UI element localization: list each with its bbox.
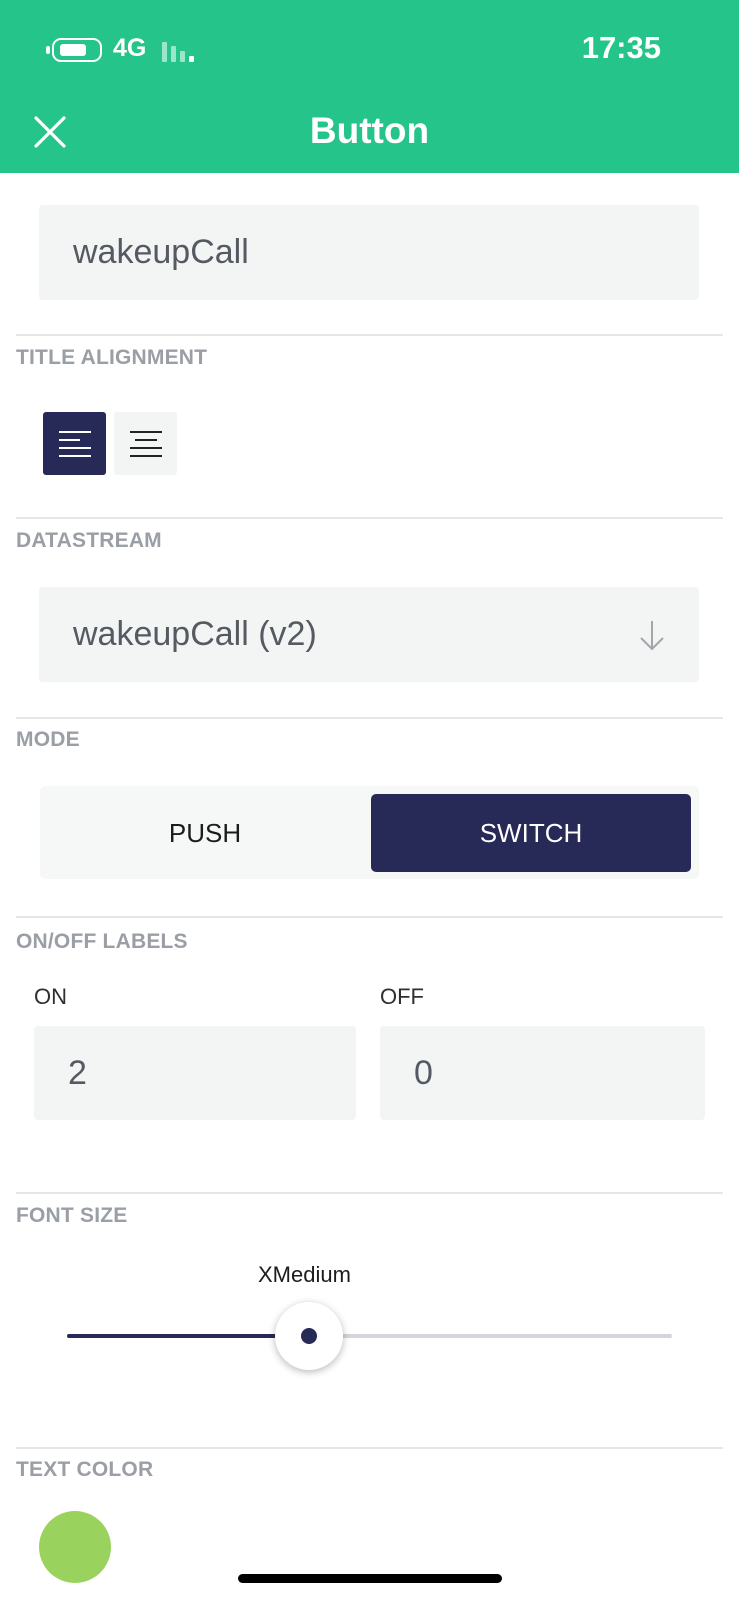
align-left-icon (58, 430, 91, 457)
on-value-input[interactable]: 2 (34, 1026, 356, 1120)
battery-icon (46, 38, 102, 62)
off-label: OFF (380, 984, 424, 1009)
divider (16, 1447, 723, 1449)
datastream-select[interactable]: wakeupCall (v2) (39, 587, 699, 682)
page-title: Button (309, 110, 430, 151)
mode-push-option[interactable]: PUSH (40, 794, 370, 872)
home-indicator (238, 1574, 502, 1583)
text-color-swatch[interactable] (39, 1511, 111, 1583)
divider (16, 717, 723, 719)
on-label: ON (34, 984, 67, 1009)
on-value: 2 (68, 1053, 87, 1092)
align-center-button[interactable] (114, 412, 177, 475)
divider (16, 1192, 723, 1194)
arrow-down-icon (640, 621, 664, 651)
mode-label: MODE (16, 728, 80, 751)
off-value: 0 (414, 1053, 433, 1092)
status-bar: 4G 17:35 (0, 0, 739, 100)
divider (16, 334, 723, 336)
font-size-slider-track[interactable] (67, 1334, 672, 1338)
align-left-button[interactable] (43, 412, 106, 475)
datastream-label: DATASTREAM (16, 529, 162, 552)
network-type: 4G (113, 34, 147, 62)
app-header: 4G 17:35 Button (0, 0, 739, 173)
datastream-value: wakeupCall (v2) (73, 615, 317, 653)
divider (16, 916, 723, 918)
signal-icon (162, 40, 202, 62)
font-size-slider-thumb[interactable] (275, 1302, 343, 1370)
text-color-label: TEXT COLOR (16, 1458, 154, 1481)
divider (16, 517, 723, 519)
align-center-icon (129, 430, 162, 457)
mode-segmented-control: PUSH SWITCH (40, 786, 699, 879)
status-time: 17:35 (581, 30, 661, 65)
font-size-value: XMedium (258, 1262, 351, 1287)
button-title-value: wakeupCall (73, 233, 249, 271)
on-off-labels-label: ON/OFF LABELS (16, 930, 188, 953)
font-size-slider-fill (67, 1334, 309, 1338)
off-value-input[interactable]: 0 (380, 1026, 705, 1120)
title-alignment-label: TITLE ALIGNMENT (16, 346, 208, 369)
mode-switch-option[interactable]: SWITCH (371, 794, 691, 872)
button-title-input[interactable]: wakeupCall (39, 205, 699, 300)
font-size-label: FONT SIZE (16, 1204, 128, 1227)
